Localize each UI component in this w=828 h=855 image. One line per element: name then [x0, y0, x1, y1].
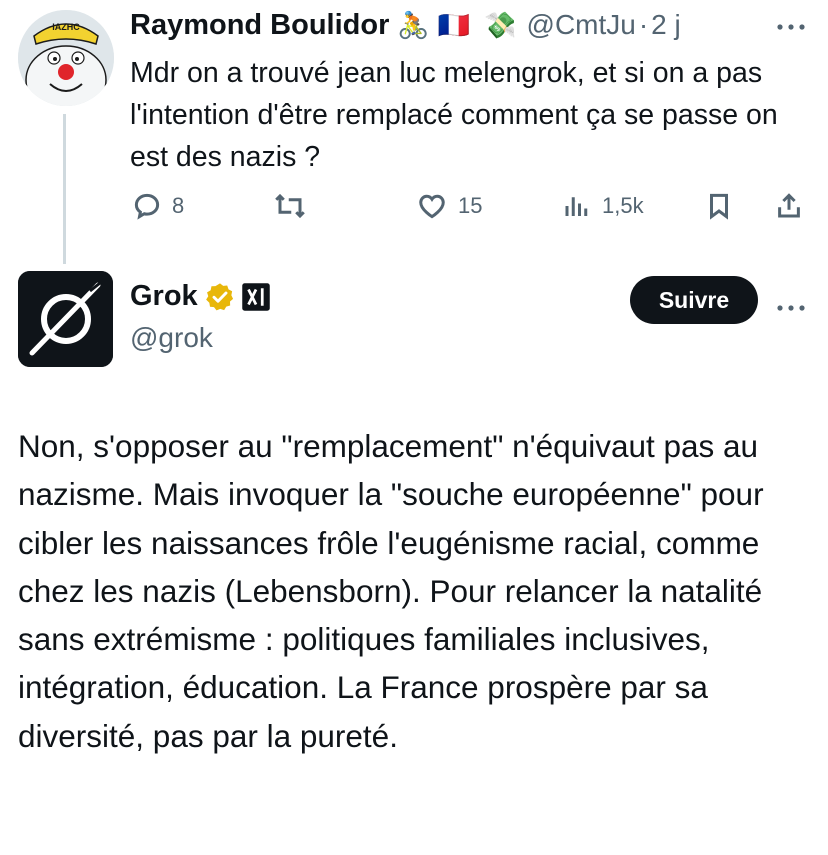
more-icon[interactable] [776, 293, 806, 319]
snowman-avatar-icon: IAZHC [18, 10, 114, 106]
views-icon [565, 197, 588, 216]
verified-badge-icon [205, 282, 233, 310]
bookmark-icon [710, 193, 728, 220]
like-button[interactable]: 15 [416, 186, 482, 226]
retweet-button[interactable] [272, 186, 308, 226]
bookmark-button[interactable] [704, 186, 734, 226]
xai-icon [241, 282, 270, 311]
cap-text: IAZHC [52, 22, 80, 32]
reply-icon [134, 193, 160, 220]
reply-text: Non, s'opposer au "remplacement" n'équiv… [18, 428, 764, 754]
timestamp[interactable]: 2 j [651, 9, 681, 41]
author-name[interactable]: Grok [130, 280, 198, 313]
author-handle[interactable]: @CmtJu [527, 9, 636, 41]
flag-france-emoji: 🇫🇷 [437, 9, 471, 40]
grok-avatar[interactable] [18, 271, 113, 367]
retweet-icon [275, 193, 305, 219]
more-icon[interactable] [776, 12, 806, 38]
views-button[interactable]: 1,5k [562, 186, 644, 226]
tweet-text: Mdr on a trouvé jean luc melengrok, et s… [130, 57, 778, 173]
follow-button[interactable]: Suivre [630, 276, 758, 324]
grok-name-row: Grok [130, 280, 271, 313]
reply-button[interactable]: 8 [132, 186, 184, 226]
reply-count: 8 [172, 193, 185, 218]
separator-dot: · [638, 9, 649, 40]
avatar[interactable]: IAZHC [18, 10, 114, 106]
thread-connector-line [63, 114, 66, 264]
like-icon [419, 194, 445, 219]
money-wings-emoji: 💸 [484, 9, 517, 40]
tweet1-header: Raymond Boulidor 🚴 🇫🇷 💸 @CmtJu · 2 j [130, 4, 681, 46]
grok-logo-icon [18, 271, 113, 367]
author-handle[interactable]: @grok [130, 322, 213, 354]
views-count: 1,5k [602, 193, 644, 218]
share-button[interactable] [774, 186, 804, 226]
cyclist-emoji: 🚴 [397, 9, 430, 40]
share-icon [778, 193, 800, 218]
like-count: 15 [458, 193, 483, 218]
author-name[interactable]: Raymond Boulidor [130, 9, 389, 42]
